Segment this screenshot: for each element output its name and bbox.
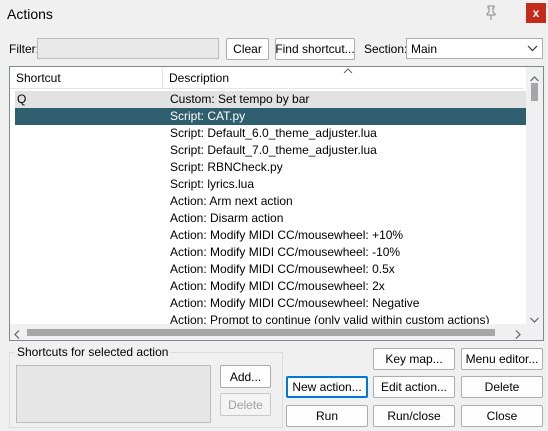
clear-button[interactable]: Clear [226, 38, 269, 60]
close-button[interactable]: Close [461, 405, 543, 427]
list-header: Shortcut Description [10, 67, 524, 89]
delete-action-button[interactable]: Delete [461, 376, 543, 398]
table-row[interactable]: Script: CAT.py [15, 108, 529, 125]
new-action-button[interactable]: New action... [286, 376, 368, 398]
pin-icon[interactable] [481, 3, 501, 23]
row-description: Custom: Set tempo by bar [170, 92, 310, 106]
row-description: Script: RBNCheck.py [170, 160, 283, 174]
section-value: Main [411, 41, 438, 56]
chevron-down-icon [527, 42, 538, 57]
actions-list[interactable]: Shortcut Description Q Custom: Set tempo … [9, 66, 544, 341]
row-description: Script: Default_6.0_theme_adjuster.lua [170, 126, 377, 140]
row-shortcut: Q [17, 92, 27, 106]
title-bar [0, 0, 548, 30]
filter-label: Filter: [9, 42, 39, 56]
row-description: Action: Modify MIDI CC/mousewheel: +10% [170, 228, 404, 242]
table-row[interactable]: Q Custom: Set tempo by bar [15, 91, 529, 108]
scroll-left-icon[interactable] [14, 328, 20, 340]
window-title: Actions [7, 6, 53, 22]
run-button[interactable]: Run [286, 405, 368, 427]
row-description: Action: Modify MIDI CC/mousewheel: Negat… [170, 296, 420, 310]
sort-up-icon [343, 67, 353, 78]
row-description: Action: Disarm action [170, 211, 284, 225]
scroll-right-icon[interactable] [515, 328, 521, 340]
filter-input[interactable] [37, 38, 219, 59]
horizontal-scroll-thumb[interactable] [27, 329, 495, 336]
row-description: Action: Arm next action [170, 194, 293, 208]
vertical-scroll-thumb[interactable] [531, 83, 538, 101]
row-description: Action: Modify MIDI CC/mousewheel: 2x [170, 279, 385, 293]
row-description: Action: Modify MIDI CC/mousewheel: -10% [170, 245, 401, 259]
row-description: Action: Modify MIDI CC/mousewheel: 0.5x [170, 262, 395, 276]
row-description: Script: Default_7.0_theme_adjuster.lua [170, 143, 377, 157]
menu-editor-button[interactable]: Menu editor... [461, 348, 543, 370]
find-shortcut-button[interactable]: Find shortcut... [275, 38, 355, 60]
section-label: Section: [364, 42, 408, 56]
scroll-corner [526, 324, 543, 340]
vertical-scrollbar[interactable] [526, 67, 543, 324]
column-header-shortcut[interactable]: Shortcut [10, 67, 162, 89]
shortcuts-list[interactable] [16, 365, 211, 423]
row-description: Script: lyrics.lua [170, 177, 255, 191]
delete-shortcut-button[interactable]: Delete [220, 393, 271, 416]
shortcuts-group-label: Shortcuts for selected action [15, 345, 171, 359]
edit-action-button[interactable]: Edit action... [373, 376, 455, 398]
horizontal-scrollbar[interactable] [10, 324, 526, 340]
row-description: Script: CAT.py [170, 109, 246, 123]
run-close-button[interactable]: Run/close [373, 405, 455, 427]
key-map-button[interactable]: Key map... [373, 348, 455, 370]
add-shortcut-button[interactable]: Add... [220, 365, 271, 388]
section-select[interactable]: Main [406, 38, 543, 59]
close-window-button[interactable]: x [526, 3, 546, 23]
